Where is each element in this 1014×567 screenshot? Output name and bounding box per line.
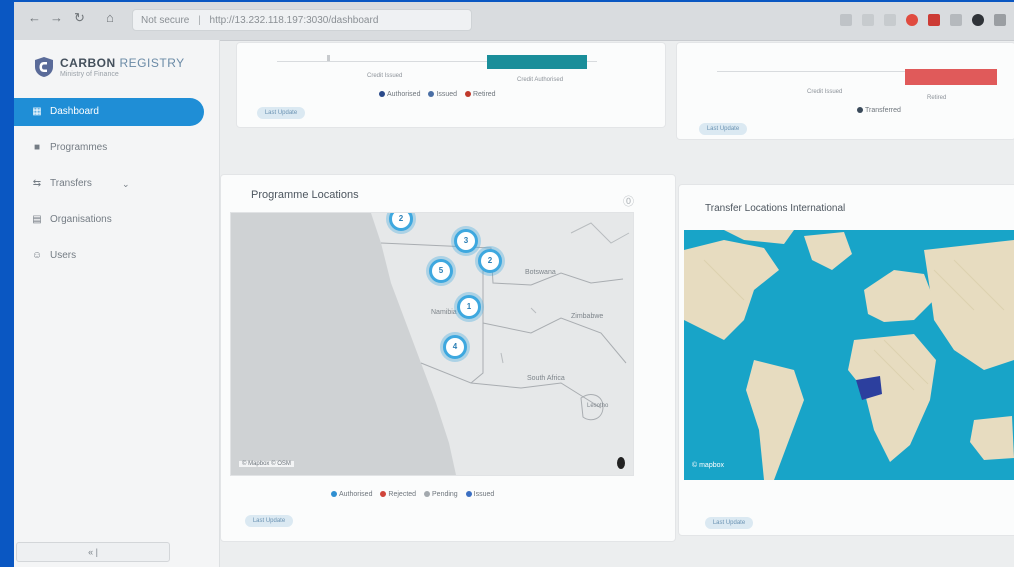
legend-label: Retired	[473, 91, 496, 98]
extension-icon[interactable]	[840, 14, 852, 26]
url-text: http://13.232.118.197:3030/dashboard	[209, 15, 379, 26]
chart-bar	[905, 69, 997, 85]
sidebar-item-label: Dashboard	[50, 106, 99, 117]
chart-bar	[487, 55, 587, 69]
x-axis-label: Credit Issued	[367, 73, 403, 79]
brand-name: CARBON REGISTRY	[60, 56, 185, 70]
sidebar-item-label: Users	[50, 250, 77, 261]
sidebar: CARBON REGISTRY Ministry of Finance ▦ Das…	[14, 40, 220, 567]
legend-label: Issued	[436, 91, 458, 98]
chart-legend: Authorised Issued Retired	[373, 91, 496, 98]
x-axis-label: Credit Authorised	[517, 77, 564, 83]
compass-icon[interactable]	[617, 457, 625, 469]
brand-suffix: REGISTRY	[119, 56, 185, 70]
swap-icon: ⇆	[32, 178, 42, 189]
back-icon[interactable]: ←	[28, 10, 41, 25]
info-icon[interactable]: ⓪	[623, 193, 634, 209]
chart-legend: Transferred	[851, 107, 901, 114]
legend-swatch	[465, 91, 471, 98]
legend-label: Pending	[432, 491, 458, 498]
last-update-button[interactable]: Last Update	[245, 515, 293, 527]
map-cluster-marker[interactable]: 1	[457, 295, 481, 319]
folder-icon: ■	[33, 142, 41, 153]
country-label: Zimbabwe	[571, 313, 604, 320]
sidebar-item-transfers[interactable]: ⇆ Transfers ⌄	[14, 170, 204, 198]
address-bar[interactable]: Not secure | http://13.232.118.197:3030/…	[132, 9, 472, 31]
country-label: Lesotho	[587, 403, 609, 409]
brand-tagline: Ministry of Finance	[60, 71, 119, 78]
menu-icon[interactable]	[994, 14, 1006, 26]
shield-logo-icon	[35, 57, 53, 77]
sidebar-item-users[interactable]: ☺ Users	[14, 242, 204, 270]
opera-icon[interactable]	[906, 14, 918, 26]
extension-icon[interactable]	[928, 14, 940, 26]
sidebar-item-label: Organisations	[50, 214, 112, 225]
legend-swatch	[379, 91, 385, 98]
grid-icon: ▦	[32, 106, 42, 117]
last-update-button[interactable]: Last Update	[705, 517, 753, 529]
last-update-button[interactable]: Last Update	[699, 123, 747, 135]
extension-icon[interactable]	[950, 14, 962, 26]
sidebar-item-programmes[interactable]: ■ Programmes	[14, 134, 204, 162]
country-label: Botswana	[525, 269, 556, 276]
country-label: Namibia	[431, 309, 457, 316]
map-attribution: © mapbox	[692, 462, 725, 469]
collapse-sidebar-button[interactable]: « |	[16, 542, 170, 562]
legend-swatch	[424, 491, 431, 498]
extension-icon[interactable]	[884, 14, 896, 26]
sidebar-item-organisations[interactable]: ▤ Organisations	[14, 206, 204, 234]
chart-tick	[327, 55, 330, 61]
legend-swatch	[857, 107, 863, 114]
user-icon: ☺	[31, 250, 43, 261]
legend-swatch	[380, 491, 387, 498]
world-map-svg	[684, 230, 1014, 480]
security-indicator: Not secure	[141, 15, 190, 26]
legend-swatch	[428, 91, 435, 98]
map-cluster-marker[interactable]: 3	[454, 229, 478, 253]
building-icon: ▤	[32, 214, 42, 225]
reload-icon[interactable]: ↻	[74, 10, 85, 26]
legend-label: Issued	[473, 491, 495, 498]
legend-label: Authorised	[387, 91, 421, 98]
home-icon[interactable]: ⌂	[106, 10, 114, 25]
transfer-chart-card: Credit Issued Retired Transferred Last U…	[676, 42, 1014, 140]
browser-toolbar: ← → ↻ ⌂ Not secure | http://13.232.118.1…	[14, 2, 1014, 41]
map-cluster-marker[interactable]: 4	[443, 335, 467, 359]
credit-chart-card: Credit Issued Credit Authorised Authoris…	[236, 42, 666, 128]
brand-title: CARBON	[60, 56, 116, 70]
card-title: Programme Locations	[251, 189, 359, 201]
map-cluster-marker[interactable]: 2	[478, 249, 502, 273]
country-label: South Africa	[527, 375, 565, 382]
chevron-down-icon: ⌄	[122, 179, 130, 189]
map-svg	[231, 213, 633, 475]
legend-label: Transferred	[865, 107, 901, 114]
programme-map[interactable]: Botswana Namibia Zimbabwe South Africa L…	[230, 212, 634, 476]
world-map[interactable]: © mapbox	[684, 230, 1014, 480]
extension-icon[interactable]	[862, 14, 874, 26]
map-attribution: © Mapbox © OSM	[239, 461, 294, 467]
x-axis-label: Retired	[927, 95, 947, 101]
map-legend: Authorised Rejected Pending Issued	[325, 491, 494, 498]
sidebar-item-dashboard[interactable]: ▦ Dashboard	[14, 98, 204, 126]
sidebar-item-label: Programmes	[50, 142, 108, 153]
legend-label: Authorised	[339, 491, 373, 498]
profile-icon[interactable]	[972, 14, 984, 26]
x-axis-label: Credit Issued	[807, 89, 843, 95]
last-update-button[interactable]: Last Update	[257, 107, 305, 119]
card-title: Transfer Locations International	[705, 203, 846, 214]
legend-label: Rejected	[388, 491, 417, 498]
sidebar-item-label: Transfers	[50, 178, 92, 189]
screen: ← → ↻ ⌂ Not secure | http://13.232.118.1…	[14, 2, 1014, 567]
forward-icon[interactable]: →	[50, 10, 63, 25]
map-cluster-marker[interactable]: 5	[429, 259, 453, 283]
legend-swatch	[465, 491, 472, 498]
legend-swatch	[331, 491, 337, 498]
